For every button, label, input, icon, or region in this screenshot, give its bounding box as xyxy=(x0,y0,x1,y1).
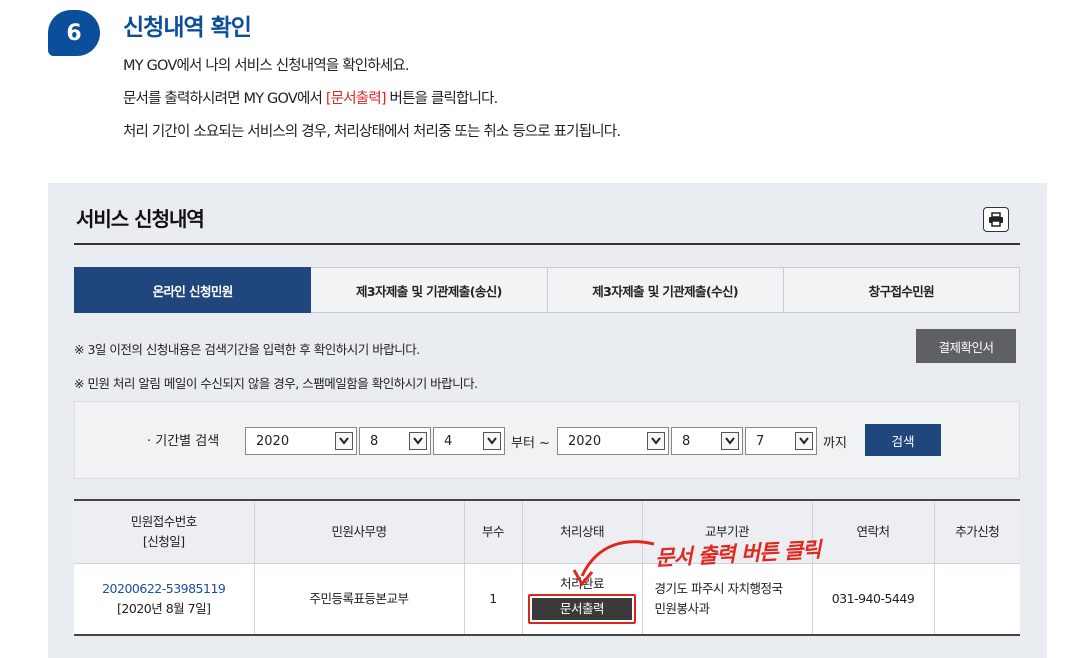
period-search-box: · 기간별 검색 2020 8 4 부터 ~ 2020 8 7 까지 검색 xyxy=(74,401,1020,479)
chevron-down-icon xyxy=(795,432,813,450)
cell-agency: 경기도 파주시 자치행정국민원봉사과 xyxy=(642,563,813,635)
from-day-select[interactable]: 4 xyxy=(433,427,505,455)
cell-copies: 1 xyxy=(464,563,523,635)
desc-line-2: 문서를 출력하시려면 MY GOV에서 [문서출력] 버튼을 클릭합니다. xyxy=(123,87,620,120)
header-contact: 연락처 xyxy=(812,500,935,564)
header-receipt-no: 민원접수번호 [신청일] xyxy=(74,500,255,564)
to-text: 까지 xyxy=(823,436,847,451)
table-row: 20200622-53985119 [2020년 8월 7일] 주민등록표등본교부… xyxy=(74,563,1020,635)
to-year-value: 2020 xyxy=(568,433,602,449)
cell-service-name: 주민등록표등본교부 xyxy=(254,563,465,635)
title-divider xyxy=(74,243,1020,245)
apply-date: [2020년 8월 7일] xyxy=(117,600,211,616)
step-badge: 6 xyxy=(48,10,100,56)
print-button[interactable] xyxy=(983,207,1009,232)
from-month-select[interactable]: 8 xyxy=(359,427,431,455)
agency-line-2: 민원봉사과 xyxy=(654,600,711,616)
to-day-value: 7 xyxy=(756,433,765,449)
panel-title: 서비스 신청내역 xyxy=(76,207,205,231)
application-table: 민원접수번호 [신청일] 민원사무명 부수 처리상태 교부기관 연락처 추가신청 … xyxy=(74,499,1020,636)
chevron-down-icon xyxy=(647,432,665,450)
notice-search-period: ※ 3일 이전의 신청내용은 검색기간을 입력한 후 확인하시기 바랍니다. xyxy=(74,342,420,357)
notice-spam-mail: ※ 민원 처리 알림 메일이 수신되지 않을 경우, 스팸메일함을 확인하시기 … xyxy=(74,376,478,391)
header-apply-date-label: [신청일] xyxy=(142,533,185,549)
step-description: MY GOV에서 나의 서비스 신청내역을 확인하세요. 문서를 출력하시려면 … xyxy=(123,54,621,153)
chevron-down-icon xyxy=(409,432,427,450)
search-button[interactable]: 검색 xyxy=(865,424,941,456)
desc-line-1: MY GOV에서 나의 서비스 신청내역을 확인하세요. xyxy=(123,58,410,74)
table-header-row: 민원접수번호 [신청일] 민원사무명 부수 처리상태 교부기관 연락처 추가신청 xyxy=(74,500,1020,564)
chevron-down-icon xyxy=(721,432,739,450)
to-month-value: 8 xyxy=(682,433,691,449)
search-label: · 기간별 검색 xyxy=(147,434,220,449)
from-text: 부터 ~ xyxy=(511,436,550,451)
desc-line-2-highlight: [문서출력] xyxy=(325,91,387,107)
chevron-down-icon xyxy=(483,432,501,450)
annotation-arrow-icon xyxy=(572,540,655,587)
tab-third-party-received[interactable]: 제3자제출 및 기관제출(수신) xyxy=(547,267,784,313)
to-year-select[interactable]: 2020 xyxy=(557,427,669,455)
from-year-select[interactable]: 2020 xyxy=(245,427,357,455)
header-extra-application: 추가신청 xyxy=(934,500,1020,564)
from-year-value: 2020 xyxy=(256,433,290,449)
cell-contact: 031-940-5449 xyxy=(812,563,935,635)
tab-bar: 온라인 신청민원 제3자제출 및 기관제출(송신) 제3자제출 및 기관제출(수… xyxy=(74,267,1020,313)
agency-line-1: 경기도 파주시 자치행정국 xyxy=(654,580,783,596)
chevron-down-icon xyxy=(335,432,353,450)
cell-receipt-no: 20200622-53985119 [2020년 8월 7일] xyxy=(74,563,255,635)
payment-confirmation-button[interactable]: 결제확인서 xyxy=(916,329,1016,363)
tab-counter-application[interactable]: 창구접수민원 xyxy=(783,267,1020,313)
printer-icon xyxy=(989,212,1003,227)
tab-third-party-sent[interactable]: 제3자제출 및 기관제출(송신) xyxy=(311,267,548,313)
to-day-select[interactable]: 7 xyxy=(745,427,817,455)
from-day-value: 4 xyxy=(444,433,453,449)
header-receipt-no-label: 민원접수번호 xyxy=(130,513,198,529)
service-history-panel: 서비스 신청내역 온라인 신청민원 제3자제출 및 기관제출(송신) 제3자제출… xyxy=(48,183,1047,658)
cell-extra-application xyxy=(934,563,1020,635)
step-title: 신청내역 확인 xyxy=(123,15,252,41)
document-print-label: 문서출력 xyxy=(532,597,632,620)
document-print-button[interactable]: 문서출력 xyxy=(528,593,636,624)
header-service-name: 민원사무명 xyxy=(254,500,465,564)
header-copies: 부수 xyxy=(464,500,523,564)
to-month-select[interactable]: 8 xyxy=(671,427,743,455)
tab-online-application[interactable]: 온라인 신청민원 xyxy=(74,267,312,313)
desc-line-3: 처리 기간이 소요되는 서비스의 경우, 처리상태에서 처리중 또는 취소 등으… xyxy=(123,124,621,140)
desc-line-2-post: 버튼을 클릭합니다. xyxy=(385,91,499,107)
from-month-value: 8 xyxy=(370,433,379,449)
receipt-no-link[interactable]: 20200622-53985119 xyxy=(74,579,254,599)
desc-line-2-pre: 문서를 출력하시려면 MY GOV에서 xyxy=(123,91,326,107)
